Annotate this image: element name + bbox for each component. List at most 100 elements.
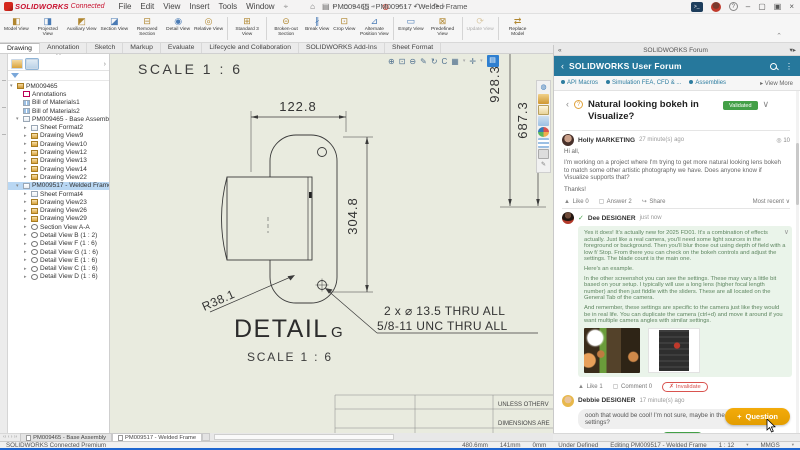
expand-icon[interactable]: ▸: [24, 174, 29, 180]
save-dropdown-icon[interactable]: ▾: [373, 4, 376, 10]
view-more-link[interactable]: ▸ View More: [760, 80, 793, 87]
dim-width-text[interactable]: 122.8: [279, 99, 317, 114]
tree-item-base-assembly-sheet[interactable]: ▾PM009465 - Base Assembly: [8, 115, 109, 123]
display-style-icon[interactable]: ▦: [451, 57, 459, 66]
new-question-button[interactable]: +Question: [725, 408, 790, 425]
comment-author[interactable]: Debbie DESIGNER: [578, 397, 635, 404]
document-manager-icon[interactable]: [538, 149, 549, 159]
redo-icon[interactable]: ↷: [433, 2, 440, 11]
callout-line2[interactable]: 5/8-11 UNC THRU ALL: [377, 319, 508, 333]
radius-text[interactable]: R38.1: [200, 287, 237, 314]
expand-icon[interactable]: ▸: [24, 224, 29, 230]
menu-window[interactable]: Window: [246, 2, 274, 12]
close-button[interactable]: ×: [789, 2, 794, 11]
new-document-icon[interactable]: ▤: [322, 2, 330, 11]
expand-icon[interactable]: ▸: [24, 199, 29, 205]
open-icon[interactable]: ▭: [342, 2, 350, 11]
predefined-view-button[interactable]: ⊠Predefined View: [426, 15, 460, 42]
tab-drawing[interactable]: Drawing: [0, 43, 40, 53]
share-button[interactable]: ↪ Share: [642, 198, 666, 205]
tree-item-drawing-view22[interactable]: ▸Drawing View22: [8, 173, 109, 181]
zoom-fit-icon[interactable]: ⊕: [388, 57, 395, 66]
menu-file[interactable]: File: [119, 2, 132, 12]
forum-scrollbar-thumb[interactable]: [796, 143, 799, 205]
horizontal-scrollbar[interactable]: [210, 433, 553, 441]
tree-item-drawing-view14[interactable]: ▸Drawing View14: [8, 165, 109, 173]
undock-panel-icon[interactable]: ▸: [793, 46, 796, 54]
replace-model-button[interactable]: ⇄Replace Model: [501, 15, 535, 42]
sketch-icon[interactable]: ✎: [420, 57, 427, 66]
tab-markup[interactable]: Markup: [123, 43, 161, 53]
broken-out-section-button[interactable]: ⊝Broken-out Section: [269, 15, 303, 42]
projected-view-button[interactable]: ◨Projected View: [31, 15, 65, 42]
expand-icon[interactable]: ▸: [24, 150, 29, 156]
break-view-button[interactable]: ∦Break View: [303, 15, 331, 42]
tree-item-sheet-format4[interactable]: ▸Sheet Format4: [8, 190, 109, 198]
tree-item-drawing-view9[interactable]: ▸Drawing View9: [8, 132, 109, 140]
maximize-button[interactable]: ▢: [758, 2, 766, 11]
filter-icon[interactable]: [11, 73, 19, 78]
collapse-thread-icon[interactable]: ∨: [763, 99, 770, 110]
view-settings-icon[interactable]: ▤: [487, 55, 499, 67]
redo-dropdown-icon[interactable]: ▾: [442, 4, 445, 10]
model-view-button[interactable]: ◧Model View: [2, 15, 31, 42]
home-icon[interactable]: ⌂: [310, 2, 315, 11]
expand-icon[interactable]: ▸: [24, 125, 29, 131]
save-icon[interactable]: ◫: [362, 2, 370, 11]
expand-icon[interactable]: ▸: [24, 208, 29, 214]
expand-icon[interactable]: ▸: [24, 257, 29, 263]
expand-icon[interactable]: ▸: [24, 241, 29, 247]
custom-properties-icon[interactable]: [538, 138, 549, 148]
invalidate-button[interactable]: ✗ Invalidate: [662, 382, 708, 392]
expand-icon[interactable]: ▸: [24, 141, 29, 147]
standard-3-view-button[interactable]: ⊞Standard 3 View: [230, 15, 264, 42]
redraw-icon[interactable]: C: [442, 57, 448, 66]
horizontal-scrollbar-thumb[interactable]: [214, 434, 394, 440]
tab-sketch[interactable]: Sketch: [87, 43, 123, 53]
design-library-icon[interactable]: [538, 94, 549, 104]
tree-item-bom2[interactable]: Bill of Materials2: [8, 107, 109, 115]
crop-view-button[interactable]: ⊡Crop View: [331, 15, 357, 42]
collapse-ribbon-icon[interactable]: ⌃: [776, 32, 782, 40]
open-dropdown-icon[interactable]: ▾: [353, 4, 356, 10]
tree-item-welded-frame-sheet[interactable]: ▾PM009517 - Welded Frame: [8, 182, 109, 190]
previous-thread-icon[interactable]: ‹: [566, 99, 569, 109]
tab-sheet-format[interactable]: Sheet Format: [385, 43, 441, 53]
tree-item-annotations[interactable]: Annotations: [8, 90, 109, 98]
dim-outer-text[interactable]: 928.3: [487, 65, 502, 103]
avatar-debbie[interactable]: [562, 395, 574, 407]
expand-icon[interactable]: ▾: [16, 116, 21, 122]
answer-like-button[interactable]: ▲ Like 1: [578, 384, 603, 390]
search-icon[interactable]: [770, 63, 777, 70]
sheet-tab-welded-frame[interactable]: PM009517 - Welded Frame: [112, 433, 202, 441]
tab-solidworks-addins[interactable]: SOLIDWORKS Add-Ins: [299, 43, 385, 53]
expand-icon[interactable]: ▸: [24, 249, 29, 255]
expand-icon[interactable]: ▾: [10, 83, 15, 89]
options-gear-icon[interactable]: ◔: [396, 2, 401, 11]
minimize-button[interactable]: –: [746, 2, 750, 11]
sheet-tab-base-assembly[interactable]: PM009465 - Base Assembly: [20, 433, 112, 441]
feature-tree-tab-icon[interactable]: [11, 59, 23, 69]
sheet-nav-controls[interactable]: ‹‹ ‹ › ››: [0, 433, 20, 441]
section-view-button[interactable]: ◪Section View: [99, 15, 131, 42]
hide-show-items-icon[interactable]: ✛: [469, 57, 476, 66]
community-tab-simulation[interactable]: Simulation FEA, CFD & ...: [606, 80, 681, 86]
expand-icon[interactable]: ▸: [24, 274, 29, 280]
avatar-dee[interactable]: [562, 212, 574, 224]
expand-icon[interactable]: ▸: [24, 266, 29, 272]
expand-icon[interactable]: ▸: [24, 191, 29, 197]
callout-line1[interactable]: 2 x ⌀ 13.5 THRU ALL: [384, 304, 505, 318]
tab-annotation[interactable]: Annotation: [40, 43, 88, 53]
dim-inner-text[interactable]: 687.3: [515, 101, 530, 139]
view-palette-icon[interactable]: [538, 116, 549, 126]
file-explorer-icon[interactable]: [538, 105, 549, 115]
alternate-position-view-button[interactable]: ⊿Alternate Position View: [357, 15, 391, 42]
community-tab-assemblies[interactable]: Assemblies: [689, 80, 726, 86]
answer-author[interactable]: Dee DESIGNER: [588, 215, 636, 222]
back-icon[interactable]: ‹: [561, 61, 564, 71]
tree-root[interactable]: ▾PM009465: [8, 82, 109, 90]
tree-item-drawing-view13[interactable]: ▸Drawing View13: [8, 157, 109, 165]
thread-title[interactable]: Natural looking bokeh in Visualize?: [588, 99, 718, 123]
sort-dropdown[interactable]: Most recent ∨: [753, 198, 790, 205]
expand-icon[interactable]: ▾: [16, 183, 21, 189]
